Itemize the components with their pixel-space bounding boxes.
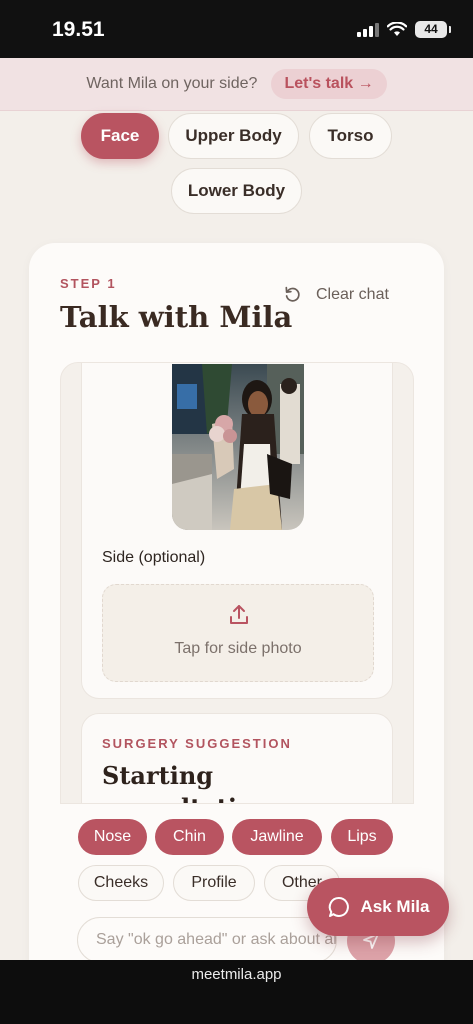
side-photo-upload[interactable]: Tap for side photo [102, 584, 374, 682]
tag-nose[interactable]: Nose [78, 819, 147, 855]
chat-bubble-icon [328, 896, 349, 917]
status-time: 19.51 [52, 18, 105, 41]
chip-lower-body[interactable]: Lower Body [171, 168, 302, 214]
surgery-suggestion-card: SURGERY SUGGESTION Starting consultation [81, 713, 393, 806]
status-icons: 44 [357, 21, 451, 38]
side-photo-label: Side (optional) [102, 549, 206, 566]
battery-level: 44 [424, 22, 438, 36]
side-photo-upload-text: Tap for side photo [174, 640, 302, 657]
tag-lips[interactable]: Lips [331, 819, 393, 855]
chip-face[interactable]: Face [81, 113, 159, 159]
front-photo[interactable] [172, 364, 304, 530]
upload-icon [230, 605, 248, 624]
step-title: Talk with Mila [60, 300, 293, 334]
suggestion-label: SURGERY SUGGESTION [102, 736, 292, 751]
battery-icon: 44 [415, 21, 451, 38]
chat-scroll-area[interactable]: Side (optional) Tap for side photo SURGE… [60, 362, 414, 807]
chip-torso[interactable]: Torso [309, 113, 392, 159]
status-bar: 19.51 44 [0, 0, 473, 58]
refresh-icon [285, 286, 300, 302]
wifi-icon [387, 22, 407, 36]
ask-mila-label: Ask Mila [360, 897, 430, 916]
step-label: STEP 1 [60, 276, 117, 291]
photo-card: Side (optional) Tap for side photo [81, 363, 393, 699]
lets-talk-button[interactable]: Let's talk → [271, 69, 387, 99]
promo-text: Want Mila on your side? [86, 75, 258, 92]
suggestion-title: Starting consultation [102, 760, 270, 806]
tag-cheeks[interactable]: Cheeks [78, 865, 164, 901]
signal-icon [357, 22, 379, 37]
message-input[interactable] [77, 917, 337, 963]
tag-chin[interactable]: Chin [155, 819, 224, 855]
clear-chat-label: Clear chat [316, 285, 389, 303]
promo-bar: Want Mila on your side? Let's talk → [0, 58, 473, 111]
chip-upper-body[interactable]: Upper Body [168, 113, 299, 159]
tag-profile[interactable]: Profile [173, 865, 255, 901]
browser-bar: meetmila.app [0, 960, 473, 1024]
clear-chat-button[interactable]: Clear chat [283, 285, 389, 304]
suggestion-title-line1: Starting [102, 761, 214, 790]
ask-mila-button[interactable]: Ask Mila [307, 878, 449, 936]
tag-jawline[interactable]: Jawline [232, 819, 322, 855]
browser-url[interactable]: meetmila.app [0, 966, 473, 983]
